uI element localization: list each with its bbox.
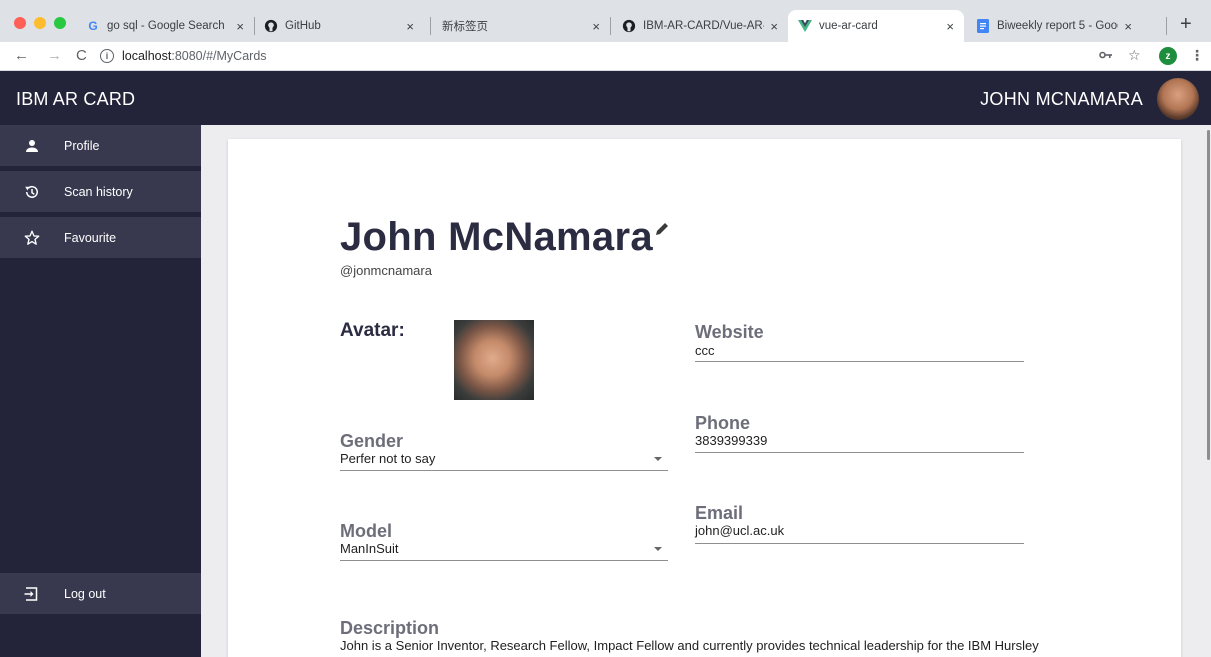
app-header: IBM AR CARD JOHN MCNAMARA	[0, 71, 1211, 125]
gender-underline	[340, 470, 668, 471]
description-field[interactable]: John is a Senior Inventor, Research Fell…	[340, 638, 1039, 653]
phone-label: Phone	[695, 413, 751, 433]
tab-title: go sql - Google Search	[107, 20, 225, 32]
close-icon[interactable]: ×	[236, 19, 244, 34]
tab-title: GitHub	[285, 20, 321, 32]
github-icon	[264, 19, 278, 33]
sidebar-item-profile[interactable]: Profile	[0, 125, 201, 166]
phone-underline	[695, 452, 1024, 453]
profile-name: John McNamara	[340, 215, 653, 259]
url-host: localhost	[122, 49, 172, 63]
email-label: Email	[695, 503, 744, 523]
tab-title: vue-ar-card	[819, 20, 878, 32]
avatar-image[interactable]	[454, 320, 534, 400]
github-icon	[622, 19, 636, 33]
user-avatar[interactable]	[1157, 78, 1199, 120]
browser-tab[interactable]: G go sql - Google Search ×	[76, 10, 254, 42]
browser-tab-strip: G go sql - Google Search × GitHub × 新标签页…	[0, 0, 1211, 42]
star-icon	[0, 229, 64, 247]
chevron-down-icon[interactable]	[654, 547, 662, 551]
browser-profile-avatar[interactable]: z	[1159, 47, 1177, 65]
sidebar-item-label: Scan history	[64, 184, 133, 199]
app-title[interactable]: IBM AR CARD	[16, 89, 135, 110]
close-icon[interactable]: ×	[1124, 19, 1132, 34]
sidebar-item-favourite[interactable]: Favourite	[0, 217, 201, 258]
docs-icon	[976, 19, 990, 33]
menu-kebab-icon[interactable]: ⋮	[1190, 47, 1204, 64]
close-icon[interactable]: ×	[406, 19, 414, 34]
new-tab-button[interactable]: +	[1180, 14, 1192, 34]
browser-tab[interactable]: Biweekly report 5 - Google ×	[966, 10, 1142, 42]
history-icon	[0, 183, 64, 201]
window-minimize-button[interactable]	[34, 17, 46, 29]
address-bar[interactable]: i localhost:8080/#/MyCards	[100, 45, 1150, 67]
browser-toolbar: ← → C i localhost:8080/#/MyCards ☆ ⋮	[0, 42, 1211, 71]
window-close-button[interactable]	[14, 17, 26, 29]
gender-select[interactable]: Perfer not to say	[340, 451, 435, 466]
window-zoom-button[interactable]	[54, 17, 66, 29]
url-path: :8080/#/MyCards	[171, 49, 267, 63]
website-field[interactable]: ccc	[695, 343, 715, 358]
back-arrow-icon[interactable]: ←	[14, 47, 29, 65]
main-content: John McNamara @jonmcnamara Avatar: Gende…	[201, 125, 1211, 657]
person-icon	[0, 137, 64, 155]
sidebar-item-logout[interactable]: Log out	[0, 573, 201, 614]
model-label: Model	[340, 521, 392, 541]
browser-tab-active[interactable]: vue-ar-card ×	[788, 10, 964, 42]
scrollbar[interactable]	[1207, 130, 1210, 460]
bookmark-star-icon[interactable]: ☆	[1128, 47, 1141, 64]
forward-arrow-icon[interactable]: →	[47, 47, 62, 65]
website-underline	[695, 361, 1024, 362]
close-icon[interactable]: ×	[946, 19, 954, 34]
tab-title: 新标签页	[442, 21, 488, 33]
sidebar-item-label: Favourite	[64, 230, 117, 245]
email-field[interactable]: john@ucl.ac.uk	[695, 523, 784, 538]
tab-title: Biweekly report 5 - Google	[997, 20, 1118, 32]
chevron-down-icon[interactable]	[654, 457, 662, 461]
close-icon[interactable]: ×	[770, 19, 778, 34]
key-icon[interactable]	[1099, 47, 1113, 63]
pencil-edit-icon[interactable]	[654, 221, 670, 242]
logout-icon	[0, 585, 64, 603]
browser-tab[interactable]: 新标签页 ×	[432, 10, 610, 42]
sidebar-item-scan-history[interactable]: Scan history	[0, 171, 201, 212]
user-name[interactable]: JOHN MCNAMARA	[980, 89, 1143, 110]
close-icon[interactable]: ×	[592, 19, 600, 34]
description-label: Description	[340, 618, 440, 638]
website-label: Website	[695, 322, 764, 342]
tab-title: IBM-AR-CARD/Vue-AR-Car	[643, 20, 764, 32]
google-icon: G	[88, 19, 98, 33]
sidebar-item-label: Log out	[64, 586, 106, 601]
phone-field[interactable]: 3839399339	[695, 433, 767, 448]
info-icon[interactable]: i	[100, 49, 114, 63]
gender-label: Gender	[340, 431, 404, 451]
model-underline	[340, 560, 668, 561]
sidebar-item-label: Profile	[64, 138, 100, 153]
profile-handle: @jonmcnamara	[340, 263, 432, 278]
browser-tab[interactable]: IBM-AR-CARD/Vue-AR-Car ×	[612, 10, 788, 42]
reload-icon[interactable]: C	[76, 47, 87, 65]
vue-icon	[798, 19, 812, 33]
email-underline	[695, 543, 1024, 544]
sidebar: Profile Scan history Favourite Log out	[0, 125, 201, 657]
profile-card: John McNamara @jonmcnamara Avatar: Gende…	[228, 139, 1181, 657]
model-select[interactable]: ManInSuit	[340, 541, 399, 556]
avatar-label: Avatar:	[340, 320, 405, 341]
browser-tab[interactable]: GitHub ×	[254, 10, 424, 42]
